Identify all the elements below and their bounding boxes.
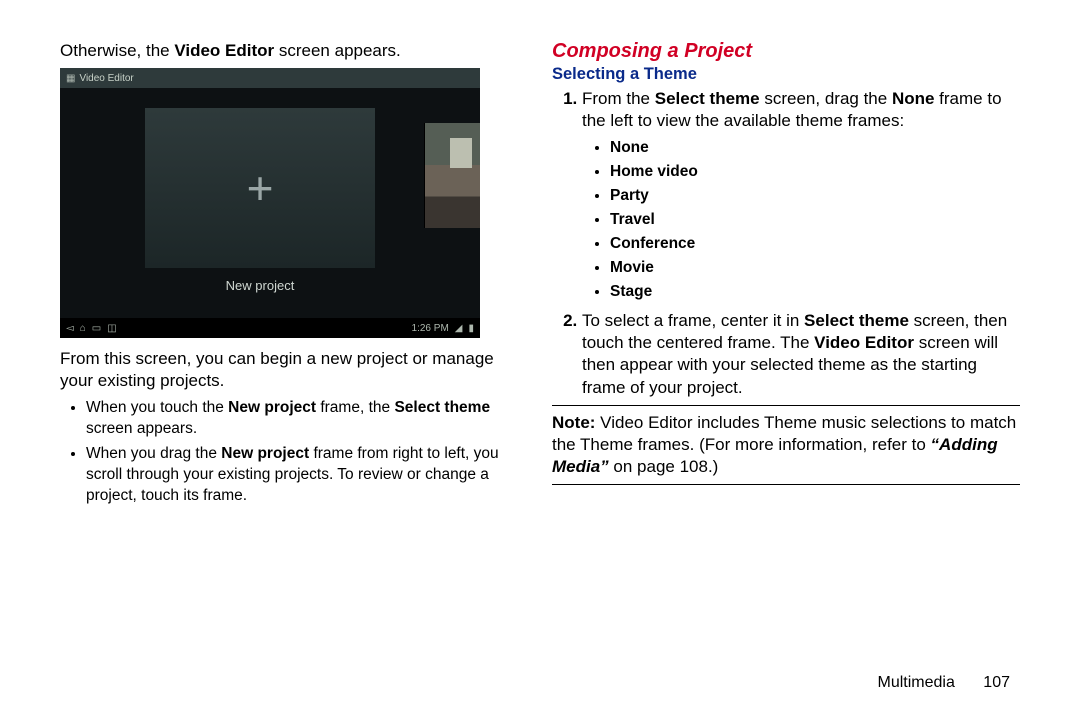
theme-conference: Conference xyxy=(610,232,1020,256)
theme-list: None Home video Party Travel Conference … xyxy=(582,136,1020,304)
note-label: Note: xyxy=(552,413,595,432)
recents-icon: ▭ xyxy=(92,323,101,334)
theme-party: Party xyxy=(610,184,1020,208)
bullet-2: When you drag the New project frame from… xyxy=(86,444,528,507)
video-editor-screenshot: ▦ Video Editor + New project ◅ ⌂ ▭ ◫ 1:2… xyxy=(60,68,480,338)
note-block: Note: Video Editor includes Theme music … xyxy=(552,405,1020,485)
status-time: 1:26 PM xyxy=(412,323,449,334)
left-column: Otherwise, the Video Editor screen appea… xyxy=(48,40,540,660)
battery-icon: ▮ xyxy=(468,323,474,334)
step-2: To select a frame, center it in Select t… xyxy=(582,310,1020,398)
theme-stage: Stage xyxy=(610,280,1020,304)
steps-list: From the Select theme screen, drag the N… xyxy=(552,88,1020,399)
left-bullets: When you touch the New project frame, th… xyxy=(60,398,528,507)
footer-page: 107 xyxy=(983,674,1010,691)
bullet-1: When you touch the New project frame, th… xyxy=(86,398,528,440)
new-project-label: New project xyxy=(145,278,375,293)
existing-project-thumb xyxy=(424,123,480,228)
theme-none: None xyxy=(610,136,1020,160)
screenshot-icon: ◫ xyxy=(107,323,116,334)
footer-section: Multimedia xyxy=(877,674,954,691)
theme-home-video: Home video xyxy=(610,160,1020,184)
intro-bold: Video Editor xyxy=(174,41,274,60)
theme-movie: Movie xyxy=(610,256,1020,280)
home-icon: ⌂ xyxy=(80,323,86,334)
screenshot-title: Video Editor xyxy=(79,73,133,84)
page-footer: Multimedia 107 xyxy=(877,674,1010,692)
heading-composing: Composing a Project xyxy=(552,40,1020,63)
theme-travel: Travel xyxy=(610,208,1020,232)
plus-icon: + xyxy=(247,165,274,211)
back-icon: ◅ xyxy=(66,323,74,334)
right-column: Composing a Project Selecting a Theme Fr… xyxy=(540,40,1032,660)
screenshot-header: ▦ Video Editor xyxy=(60,68,480,88)
step-1: From the Select theme screen, drag the N… xyxy=(582,88,1020,304)
intro-line: Otherwise, the Video Editor screen appea… xyxy=(60,40,528,62)
note-tail: on page 108.) xyxy=(609,457,719,476)
after-image-para: From this screen, you can begin a new pr… xyxy=(60,348,528,392)
wifi-icon: ◢ xyxy=(455,323,463,334)
android-navbar: ◅ ⌂ ▭ ◫ 1:26 PM ◢ ▮ xyxy=(60,318,480,338)
intro-post: screen appears. xyxy=(274,41,401,60)
heading-selecting-theme: Selecting a Theme xyxy=(552,65,1020,84)
new-project-frame: + xyxy=(145,108,375,268)
app-icon: ▦ xyxy=(66,73,75,84)
intro-pre: Otherwise, the xyxy=(60,41,174,60)
manual-page: Otherwise, the Video Editor screen appea… xyxy=(0,0,1080,680)
